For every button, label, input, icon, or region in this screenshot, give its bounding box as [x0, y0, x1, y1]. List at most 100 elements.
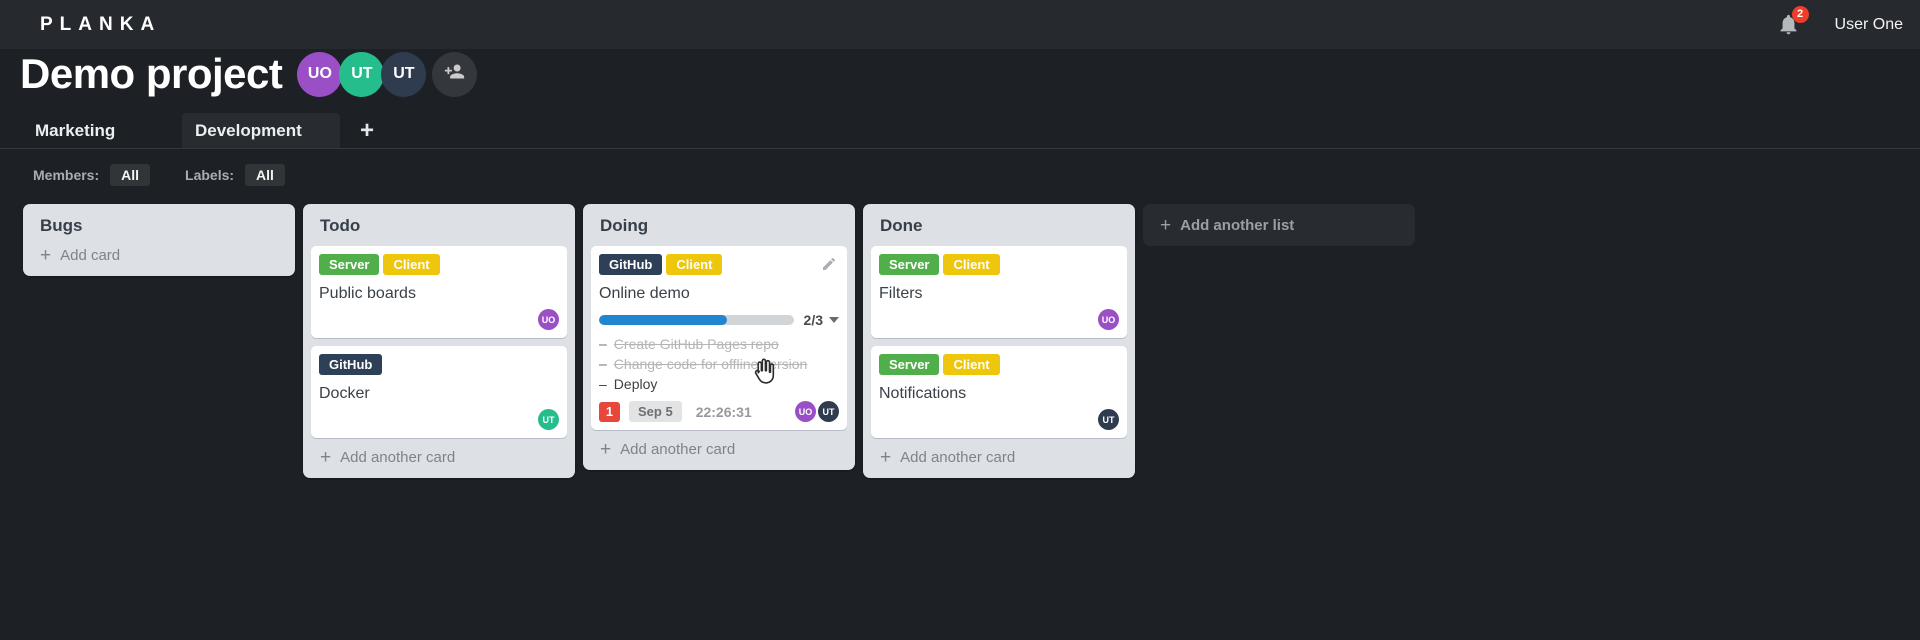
add-card-button[interactable]: + Add another card	[320, 447, 558, 468]
card-label: Client	[383, 254, 440, 275]
person-plus-icon	[444, 61, 465, 87]
card-member-avatar[interactable]: UT	[818, 401, 839, 422]
card-member-avatar[interactable]: UT	[538, 409, 559, 430]
card-label: Client	[943, 354, 1000, 375]
list-title: Todo	[320, 216, 361, 235]
board-tab-marketing[interactable]: Marketing	[22, 113, 180, 148]
due-date-badge: Sep 5	[629, 401, 682, 422]
card-member-avatar[interactable]: UT	[1098, 409, 1119, 430]
card-title: Docker	[319, 385, 370, 402]
add-card-label: Add another card	[900, 449, 1016, 466]
card-labels: Server Client	[879, 354, 1119, 375]
card-labels: GitHub	[319, 354, 559, 375]
card-title: Online demo	[599, 285, 690, 302]
add-card-label: Add another card	[340, 449, 456, 466]
plus-icon: +	[880, 447, 892, 468]
card[interactable]: Server Client Notifications UT	[871, 346, 1127, 438]
card-labels: Server Client	[879, 254, 1119, 275]
notifications-button[interactable]: 2	[1777, 5, 1809, 37]
board-tab-development[interactable]: Development	[182, 113, 340, 148]
card-label: GitHub	[319, 354, 383, 375]
card-title: Filters	[879, 285, 923, 302]
card-labels: Server Client	[319, 254, 559, 275]
task-item: – Change code for offline version	[599, 354, 839, 374]
top-bar: PLANKA 2 User One	[0, 0, 1920, 49]
members-filter-value[interactable]: All	[110, 164, 151, 186]
card-member-avatar[interactable]: UO	[538, 309, 559, 330]
card-members: UO	[319, 309, 559, 330]
task-list: – Create GitHub Pages repo – Change code fo…	[599, 334, 839, 394]
card-member-avatar[interactable]: UO	[795, 401, 816, 422]
add-card-button[interactable]: + Add card	[40, 245, 278, 266]
members-filter-label: Members:	[33, 167, 100, 183]
kanban-board: Bugs + Add card Todo Server Client Public boar…	[23, 204, 1415, 478]
add-card-button[interactable]: + Add another card	[600, 439, 838, 460]
card-members: UT	[319, 409, 559, 430]
add-list-label: Add another list	[1180, 216, 1295, 234]
progress-bar	[599, 315, 794, 325]
card-members: UT	[879, 409, 1119, 430]
progress-row: 2/3	[599, 312, 839, 328]
task-text: Create GitHub Pages repo	[613, 336, 779, 352]
edit-card-button[interactable]	[820, 255, 838, 273]
board-tabs: Marketing Development +	[22, 113, 384, 148]
task-dash-icon: –	[599, 356, 607, 372]
project-header: Demo project UO UT UT	[20, 50, 478, 98]
user-menu[interactable]: User One	[1835, 16, 1903, 34]
labels-filter-label: Labels:	[185, 167, 235, 183]
card-title: Public boards	[319, 285, 416, 302]
list-title: Doing	[600, 216, 649, 235]
filter-bar: Members: All Labels: All	[33, 164, 285, 186]
planka-app: PLANKA 2 User One Demo project UO UT UT Ma…	[0, 0, 1920, 640]
add-card-button[interactable]: + Add another card	[880, 447, 1118, 468]
card-label: Client	[666, 254, 723, 275]
list-cards: Server Client Public boards UO GitHub Docker U…	[303, 246, 575, 438]
task-text: Deploy	[613, 376, 658, 392]
board-list: Doing GitHub Client Online demo 2/3– Create G…	[583, 204, 855, 470]
list-cards: Server Client Filters UO Server Client Notific…	[863, 246, 1135, 438]
task-text: Change code for offline version	[613, 356, 808, 372]
card-label: Client	[943, 254, 1000, 275]
tabs-divider	[0, 148, 1920, 149]
project-members: UO UT UT	[297, 51, 478, 97]
card[interactable]: Server Client Public boards UO	[311, 246, 567, 338]
plus-icon: +	[600, 439, 612, 460]
topbar-right: 2 User One	[1777, 5, 1920, 37]
progress-bar-fill	[599, 315, 728, 325]
plus-icon: +	[1160, 214, 1172, 236]
card-label: Server	[879, 254, 940, 275]
card-footer: 1 Sep 5 22:26:31 UO UT	[599, 401, 839, 422]
task-dash-icon: –	[599, 336, 607, 352]
add-board-button[interactable]: +	[350, 113, 384, 148]
board-list: Done Server Client Filters UO Server Client Not…	[863, 204, 1135, 478]
notification-count-badge: 2	[1791, 5, 1809, 23]
card-labels: GitHub Client	[599, 254, 839, 275]
list-cards: GitHub Client Online demo 2/3– Create GitHub…	[583, 246, 855, 430]
caret-down-icon[interactable]	[829, 317, 839, 323]
card[interactable]: GitHub Docker UT	[311, 346, 567, 438]
labels-filter-value[interactable]: All	[245, 164, 285, 186]
planka-logo[interactable]: PLANKA	[40, 14, 161, 36]
project-member-avatar[interactable]: UO	[297, 51, 343, 97]
project-title: Demo project	[20, 50, 283, 97]
project-member-avatar[interactable]: UT	[381, 51, 427, 97]
card-member-avatar[interactable]: UO	[1098, 309, 1119, 330]
card-title: Notifications	[879, 385, 967, 402]
plus-icon: +	[320, 447, 332, 468]
list-title: Done	[880, 216, 923, 235]
board-list: Todo Server Client Public boards UO GitHub Doc…	[303, 204, 575, 478]
add-card-label: Add another card	[620, 441, 736, 458]
card-label: GitHub	[599, 254, 663, 275]
card[interactable]: GitHub Client Online demo 2/3– Create GitHub…	[591, 246, 847, 430]
list-title: Bugs	[40, 216, 83, 235]
task-dash-icon: –	[599, 376, 607, 392]
card[interactable]: Server Client Filters UO	[871, 246, 1127, 338]
card-members: UO	[879, 309, 1119, 330]
add-list-button[interactable]: + Add another list	[1143, 204, 1415, 246]
progress-label: 2/3	[803, 312, 823, 328]
add-member-button[interactable]	[432, 51, 478, 97]
timer-label: 22:26:31	[695, 403, 752, 420]
plus-icon: +	[40, 245, 52, 266]
task-item: – Deploy	[599, 374, 839, 394]
project-member-avatar[interactable]: UT	[339, 51, 385, 97]
